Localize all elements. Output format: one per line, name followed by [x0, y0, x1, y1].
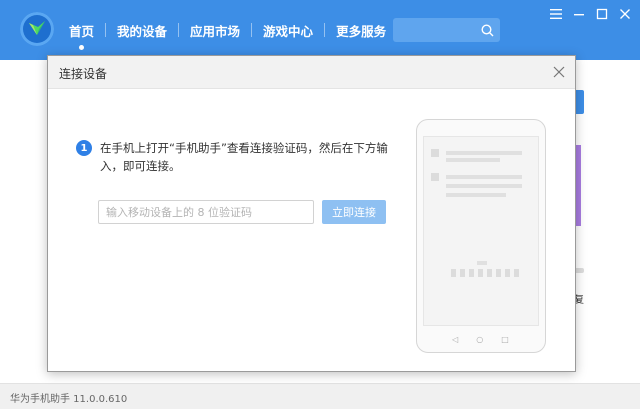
phone-code-dot [514, 269, 519, 277]
nav-more-services[interactable]: 更多服务 [325, 0, 397, 60]
phone-placeholder-line [446, 151, 522, 155]
dialog-header: 连接设备 [48, 56, 575, 89]
nav-home[interactable]: 首页 [58, 0, 105, 60]
main-nav: 首页 我的设备 应用市场 游戏中心 更多服务 [58, 0, 397, 60]
phone-screen [423, 136, 539, 326]
phone-code-dot [460, 269, 465, 277]
phone-code-dot [469, 269, 474, 277]
maximize-icon[interactable] [594, 6, 610, 22]
phone-home-icon: ○ [476, 334, 484, 344]
dialog-title: 连接设备 [59, 67, 108, 81]
phone-placeholder-block [431, 173, 439, 181]
app-logo [20, 12, 54, 46]
phone-code-dot [496, 269, 501, 277]
phone-illustration: ◁ ○ □ [416, 119, 546, 353]
nav-app-market-label: 应用市场 [190, 23, 241, 39]
nav-home-label: 首页 [69, 23, 95, 39]
phone-placeholder-line [477, 261, 487, 265]
nav-app-market[interactable]: 应用市场 [179, 0, 251, 60]
search-icon[interactable] [481, 23, 494, 37]
phone-back-icon: ◁ [452, 334, 459, 344]
phone-placeholder-line [446, 193, 506, 197]
version-text: 华为手机助手 11.0.0.610 [10, 394, 128, 405]
phone-placeholder-line [446, 175, 522, 179]
nav-my-devices-label: 我的设备 [117, 23, 168, 39]
phone-code-dot [487, 269, 492, 277]
search-input[interactable] [393, 18, 500, 42]
phone-code-dot [451, 269, 456, 277]
phone-code-dots [451, 269, 519, 277]
phone-nav-bar: ◁ ○ □ [417, 332, 544, 346]
phone-placeholder-block [431, 149, 439, 157]
title-bar: 首页 我的设备 应用市场 游戏中心 更多服务 [0, 0, 640, 60]
nav-game-center-label: 游戏中心 [263, 23, 314, 39]
dialog-close-icon[interactable] [551, 64, 567, 80]
nav-more-services-label: 更多服务 [336, 23, 387, 39]
minimize-icon[interactable] [571, 6, 587, 22]
step-number-badge: 1 [76, 140, 92, 156]
phone-recent-icon: □ [501, 334, 509, 344]
nav-game-center[interactable]: 游戏中心 [252, 0, 324, 60]
nav-my-devices[interactable]: 我的设备 [106, 0, 178, 60]
phone-placeholder-line [446, 158, 500, 162]
connect-device-dialog: 连接设备 1 在手机上打开“手机助手”查看连接验证码，然后在下方输入，即可连接。… [47, 55, 576, 372]
connect-instruction: 在手机上打开“手机助手”查看连接验证码，然后在下方输入，即可连接。 [100, 141, 388, 173]
menu-icon[interactable] [548, 6, 564, 22]
phone-code-dot [505, 269, 510, 277]
connect-now-button[interactable]: 立即连接 [322, 200, 386, 224]
phone-code-dot [478, 269, 483, 277]
status-bar: 华为手机助手 11.0.0.610 [0, 383, 640, 409]
close-icon[interactable] [617, 6, 633, 22]
phone-placeholder-line [446, 184, 522, 188]
verification-code-input[interactable] [98, 200, 314, 224]
